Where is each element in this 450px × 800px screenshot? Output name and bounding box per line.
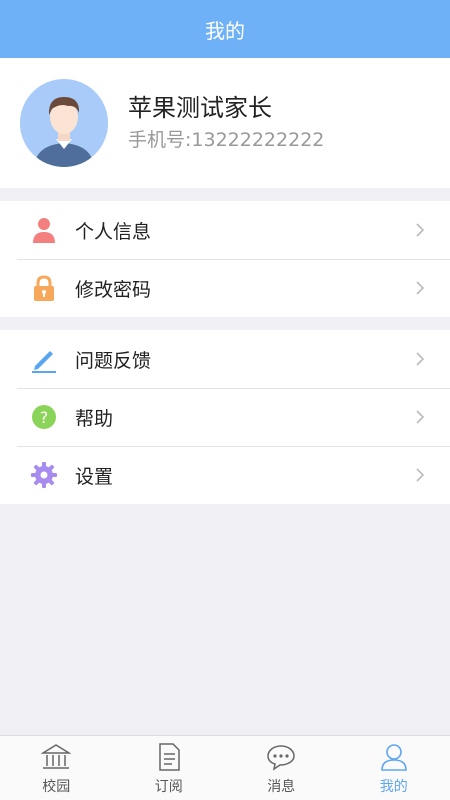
tab-label: 校园 <box>42 779 71 795</box>
tab-mine[interactable]: 我的 <box>338 736 450 800</box>
user-name: 苹果测试家长 <box>128 94 272 122</box>
app-header: 我的 <box>0 0 450 58</box>
menu-item-label: 修改密码 <box>75 278 152 301</box>
campus-icon <box>41 744 72 769</box>
tab-messages[interactable]: 消息 <box>225 736 338 800</box>
tab-label: 我的 <box>379 779 408 795</box>
profile-card[interactable]: 苹果测试家长 手机号:13222222222 <box>0 58 450 188</box>
user-avatar-icon[interactable] <box>20 79 108 167</box>
chat-bubble-icon <box>267 745 296 771</box>
chevron-right-icon <box>416 468 425 482</box>
chevron-right-icon <box>416 281 425 295</box>
page-title: 我的 <box>205 18 245 43</box>
menu-item-settings[interactable]: 设置 <box>0 446 450 504</box>
document-icon <box>159 743 180 771</box>
chevron-right-icon <box>416 223 425 237</box>
svg-text:?: ? <box>40 408 49 427</box>
menu-item-personal-info[interactable]: 个人信息 <box>0 201 450 259</box>
menu-item-label: 设置 <box>75 465 114 488</box>
bottom-tab-bar: 校园 订阅 消息 我的 <box>0 735 450 800</box>
question-icon: ? <box>30 403 58 431</box>
menu-item-change-password[interactable]: 修改密码 <box>0 259 450 317</box>
pencil-icon <box>30 345 58 373</box>
menu-item-label: 帮助 <box>75 407 114 430</box>
tab-label: 消息 <box>267 779 296 795</box>
user-icon <box>380 744 407 771</box>
menu-item-label: 个人信息 <box>75 220 152 243</box>
menu-group-account: 个人信息 修改密码 <box>0 201 450 317</box>
menu-group-support: 问题反馈 ? 帮助 设置 <box>0 330 450 504</box>
menu-item-help[interactable]: ? 帮助 <box>0 388 450 446</box>
person-icon <box>30 216 58 244</box>
tab-label: 订阅 <box>154 779 183 795</box>
lock-icon <box>30 274 58 302</box>
menu-item-feedback[interactable]: 问题反馈 <box>0 330 450 388</box>
tab-subscribe[interactable]: 订阅 <box>113 736 226 800</box>
tab-campus[interactable]: 校园 <box>0 736 113 800</box>
chevron-right-icon <box>416 352 425 366</box>
menu-item-label: 问题反馈 <box>75 349 152 372</box>
gear-icon <box>30 461 58 489</box>
chevron-right-icon <box>416 410 425 424</box>
user-phone: 手机号:13222222222 <box>128 129 325 151</box>
